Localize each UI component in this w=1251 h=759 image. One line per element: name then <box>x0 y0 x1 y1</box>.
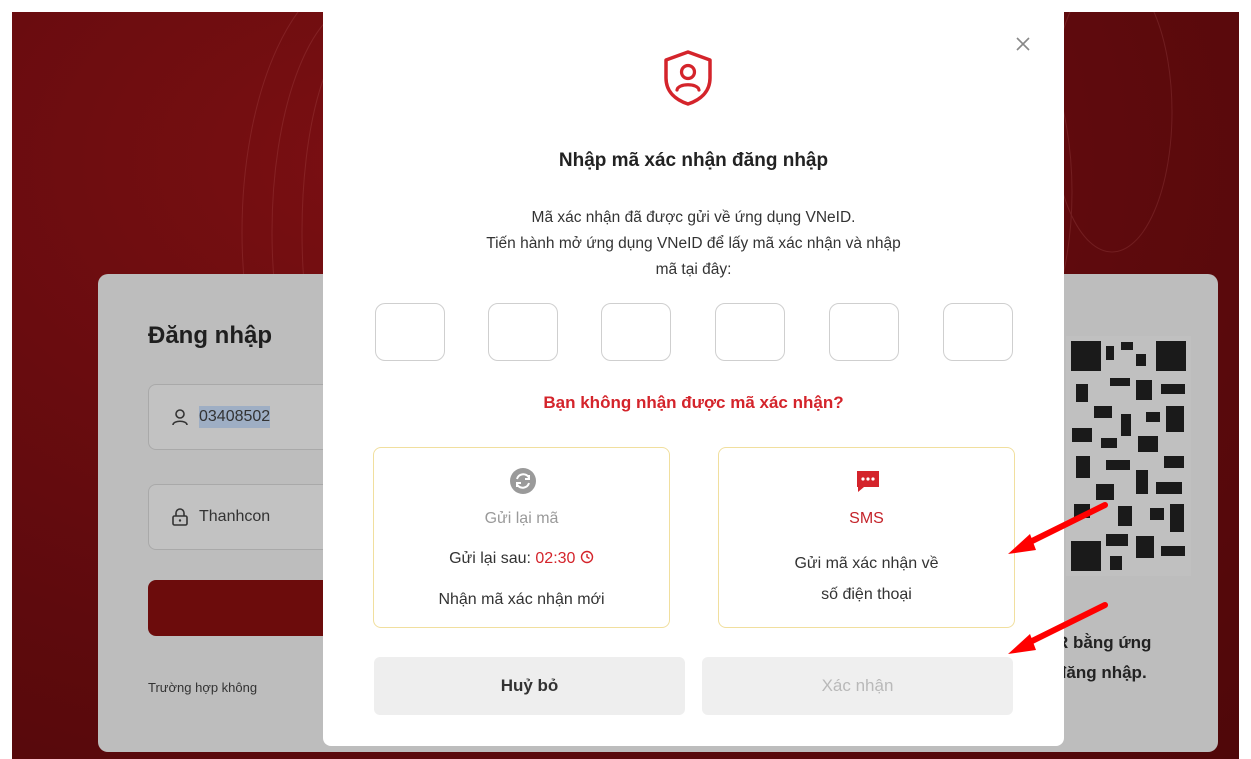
resend-label: Gửi lại mã <box>484 510 559 527</box>
close-icon[interactable] <box>1009 30 1037 58</box>
sms-option[interactable]: SMS Gửi mã xác nhận về số điện thoại <box>718 447 1015 628</box>
modal-title: Nhập mã xác nhận đăng nhập <box>558 150 829 171</box>
shield-user-icon <box>664 50 712 106</box>
user-icon <box>172 409 188 426</box>
code-digit-5[interactable] <box>829 303 899 361</box>
refresh-icon <box>510 468 536 494</box>
login-title: Đăng nhập <box>148 322 272 349</box>
username-value: 03408502 <box>199 406 271 428</box>
modal-description: Mã xác nhận đã được gửi về ứng dụng VNeI… <box>383 205 1004 283</box>
confirm-button[interactable]: Xác nhận <box>702 657 1013 715</box>
annotation-arrow-confirm <box>1008 602 1108 654</box>
not-received-link[interactable]: Bạn không nhận được mã xác nhận? <box>323 393 1064 413</box>
resend-countdown: Gửi lại sau: 02:30 <box>374 550 669 568</box>
resend-code-option[interactable]: Gửi lại mã Gửi lại sau: 02:30 Nhận mã xá… <box>373 447 670 628</box>
code-digit-6[interactable] <box>943 303 1013 361</box>
sms-label: SMS <box>849 510 884 527</box>
qr-text-line2: đăng nhập. <box>1056 663 1147 682</box>
code-digit-3[interactable] <box>601 303 671 361</box>
code-digit-2[interactable] <box>488 303 558 361</box>
sms-icon <box>857 471 879 492</box>
desc-line2: Tiến hành mở ứng dụng VNeID để lấy mã xá… <box>486 235 901 252</box>
cancel-button[interactable]: Huỷ bỏ <box>374 657 685 715</box>
verification-modal: Nhập mã xác nhận đăng nhập Mã xác nhận đ… <box>323 0 1064 746</box>
countdown-value: 02:30 <box>535 550 576 567</box>
desc-line1: Mã xác nhận đã được gửi về ứng dụng VNeI… <box>531 209 856 226</box>
sms-line2: số điện thoại <box>821 586 912 603</box>
sms-line1: Gửi mã xác nhận về <box>794 555 939 572</box>
code-digit-1[interactable] <box>375 303 445 361</box>
desc-line3: mã tại đây: <box>655 261 732 278</box>
countdown-prefix: Gửi lại sau: <box>449 550 531 567</box>
clock-icon <box>580 550 594 564</box>
resend-subtitle: Nhận mã xác nhận mới <box>438 591 605 608</box>
login-note: Trường hợp không <box>148 680 258 695</box>
password-value: Thanhcon <box>199 508 271 525</box>
code-input-row <box>375 303 1015 361</box>
annotation-arrow-sms <box>1008 502 1108 554</box>
lock-icon <box>172 508 188 526</box>
code-digit-4[interactable] <box>715 303 785 361</box>
